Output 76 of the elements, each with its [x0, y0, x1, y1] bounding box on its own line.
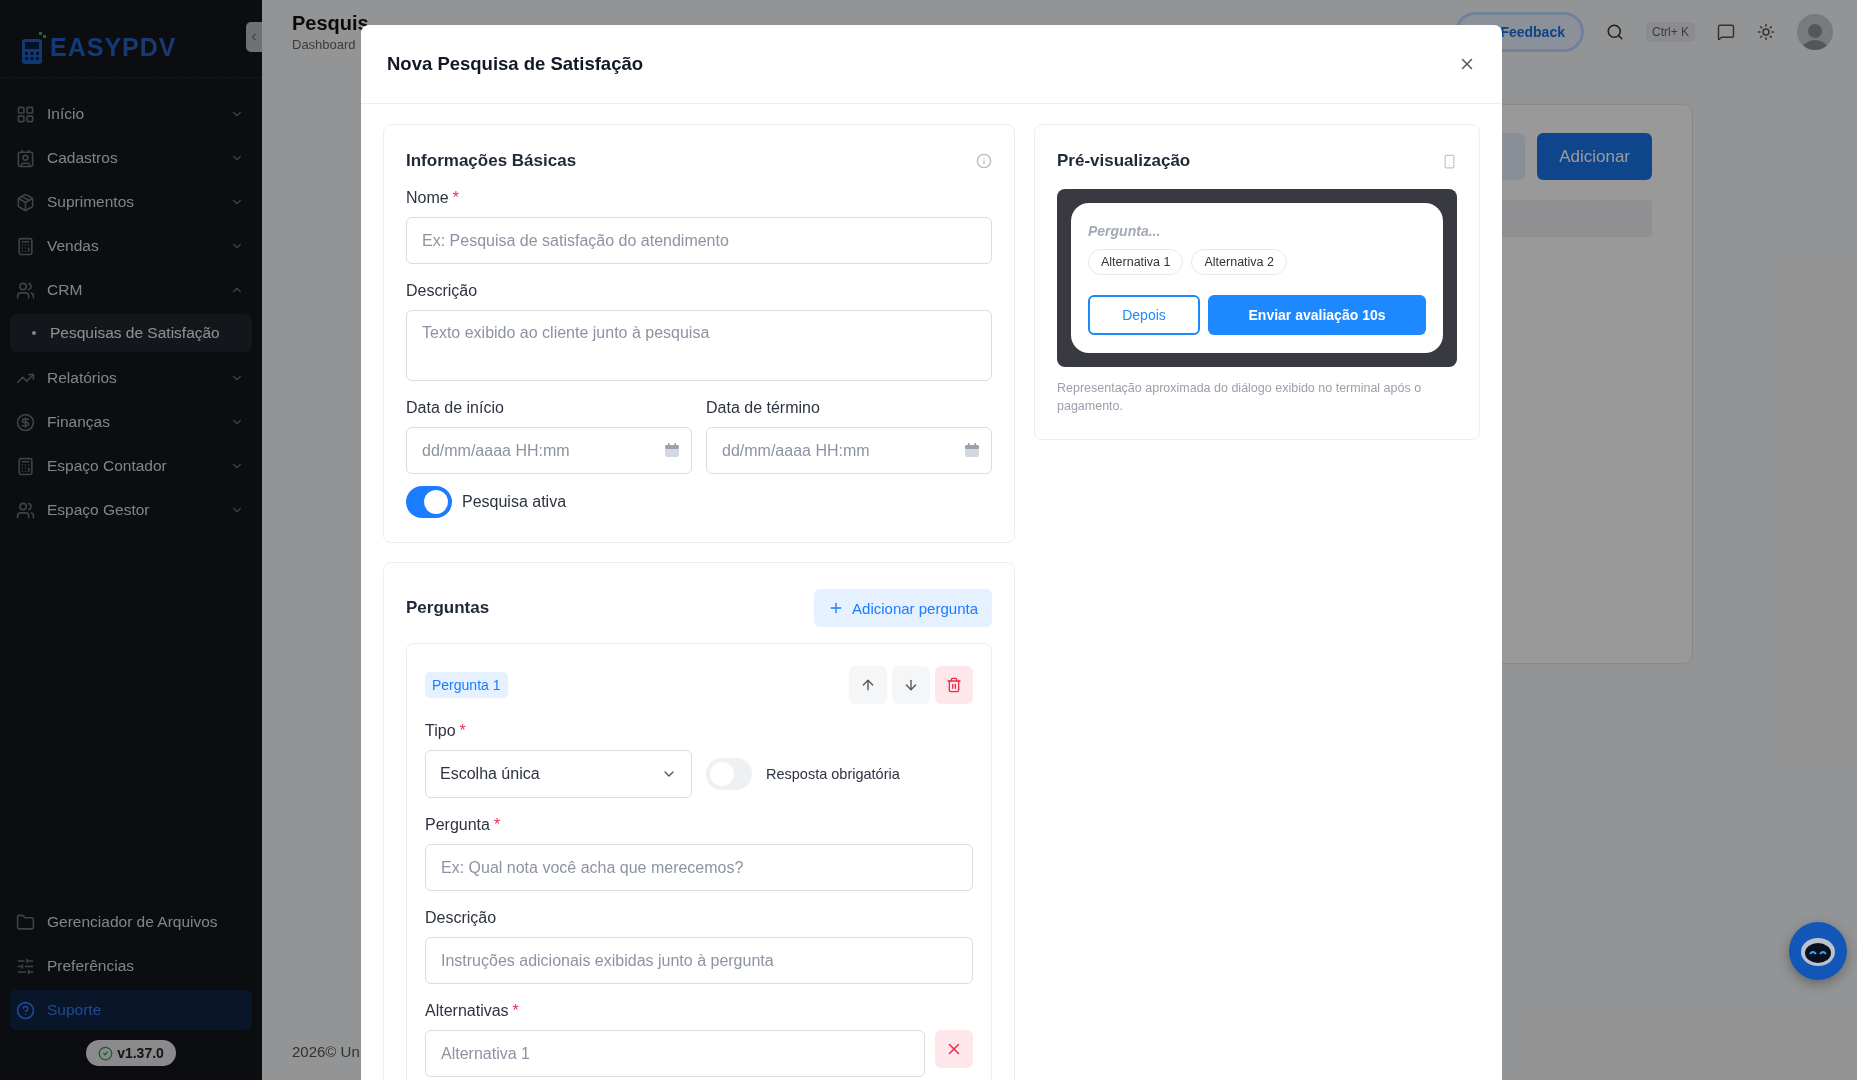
card-title: Perguntas	[406, 598, 490, 618]
search-icon[interactable]	[1606, 23, 1624, 41]
help-icon	[16, 1000, 35, 1020]
nav-subitem[interactable]: Pesquisas de Satisfação	[10, 314, 252, 352]
field-label: Alternativas *	[425, 1002, 520, 1020]
page-footer: 2026© Un	[292, 1043, 360, 1060]
nav-item[interactable]: Espaço Contador	[10, 444, 252, 488]
calendar-icon	[964, 442, 980, 458]
move-up-button[interactable]	[849, 666, 887, 704]
sun-icon[interactable]	[1757, 23, 1775, 41]
nav-item[interactable]: Gerenciador de Arquivos	[10, 902, 252, 942]
phone-icon[interactable]	[1442, 153, 1457, 169]
package-icon	[16, 192, 35, 212]
calculator-icon	[16, 456, 35, 476]
toggle-label: Pesquisa ativa	[462, 493, 567, 511]
nav-item[interactable]: Finanças	[10, 400, 252, 444]
card-title: Informações Básicas	[406, 151, 577, 171]
trash-icon	[946, 677, 962, 693]
later-button[interactable]: Depois	[1088, 295, 1200, 335]
logo-text: EASYPDV	[50, 33, 177, 62]
question-badge: Pergunta 1	[425, 672, 508, 698]
delete-button[interactable]	[935, 666, 973, 704]
date-field[interactable]: dd/mm/aaaa HH:mm	[706, 427, 992, 474]
breadcrumb: Dashboard	[292, 37, 357, 52]
version-badge: v1.37.0	[86, 1040, 176, 1066]
field-label: Pergunta *	[425, 816, 502, 834]
description-field[interactable]: Texto exibido ao cliente junto à pesquisa	[406, 310, 992, 381]
calendar-icon	[664, 442, 680, 458]
shortcut-hint: Ctrl+ K	[1646, 22, 1695, 42]
chat-icon[interactable]	[1717, 23, 1735, 41]
chatbot-button[interactable]	[1789, 922, 1847, 980]
field-label: Data de término	[706, 399, 821, 417]
modal-title: Nova Pesquisa de Satisfação	[387, 53, 644, 75]
add-question-button[interactable]: Adicionar pergunta	[814, 589, 992, 627]
arrow-down-icon	[903, 677, 919, 693]
field-label: Data de início	[406, 399, 505, 417]
card-title: Pré-visualização	[1057, 151, 1191, 171]
toggle-label: Resposta obrigatória	[766, 766, 900, 782]
field-label: Descrição	[425, 909, 498, 927]
nav-item[interactable]: Espaço Gestor	[10, 488, 252, 532]
name-field[interactable]: Ex: Pesquisa de satisfação do atendimento	[406, 217, 992, 264]
nav-item[interactable]: Preferências	[10, 946, 252, 986]
info-icon[interactable]	[976, 153, 992, 169]
nav-item[interactable]: Cadastros	[10, 136, 252, 180]
collapse-button[interactable]	[246, 22, 262, 52]
users-icon	[16, 280, 35, 300]
description-field[interactable]: Instruções adicionais exibidas junto à pergunta	[425, 937, 973, 984]
add-button[interactable]: Adicionar	[1537, 133, 1652, 180]
preview-note: Representação aproximada do diálogo exibido no terminal após o pagamento.	[1057, 380, 1423, 416]
logo-icon	[20, 30, 46, 65]
nav-item[interactable]: Relatórios	[10, 356, 252, 400]
users-icon	[16, 500, 35, 520]
nav-item[interactable]: Início	[10, 92, 252, 136]
field-label: Nome *	[406, 189, 460, 207]
nav-item[interactable]: CRM	[10, 268, 252, 312]
sliders-icon	[16, 956, 35, 976]
field-label: Descrição	[406, 282, 479, 300]
nav-item[interactable]: Suprimentos	[10, 180, 252, 224]
dollar-icon	[16, 412, 35, 432]
field-label: Tipo *	[425, 722, 467, 740]
type-select[interactable]: Escolha única	[425, 750, 692, 798]
alternative-field[interactable]: Alternativa 1	[425, 1030, 925, 1077]
question-preview-text: Pergunta...	[1088, 223, 1162, 239]
page-title: Pesquis	[292, 12, 369, 35]
calculator-icon	[16, 236, 35, 256]
folder-icon	[16, 912, 35, 932]
move-down-button[interactable]	[892, 666, 930, 704]
nav-item[interactable]: Vendas	[10, 224, 252, 268]
avatar[interactable]	[1797, 14, 1833, 50]
toggle-switch[interactable]	[406, 486, 452, 518]
contact-card-icon	[16, 148, 35, 168]
remove-button[interactable]	[935, 1030, 973, 1068]
grid-icon	[16, 104, 35, 124]
date-field[interactable]: dd/mm/aaaa HH:mm	[406, 427, 692, 474]
question-field[interactable]: Ex: Qual nota você acha que merecemos?	[425, 844, 973, 891]
submit-button[interactable]: Enviar avaliação 10s	[1208, 295, 1426, 335]
